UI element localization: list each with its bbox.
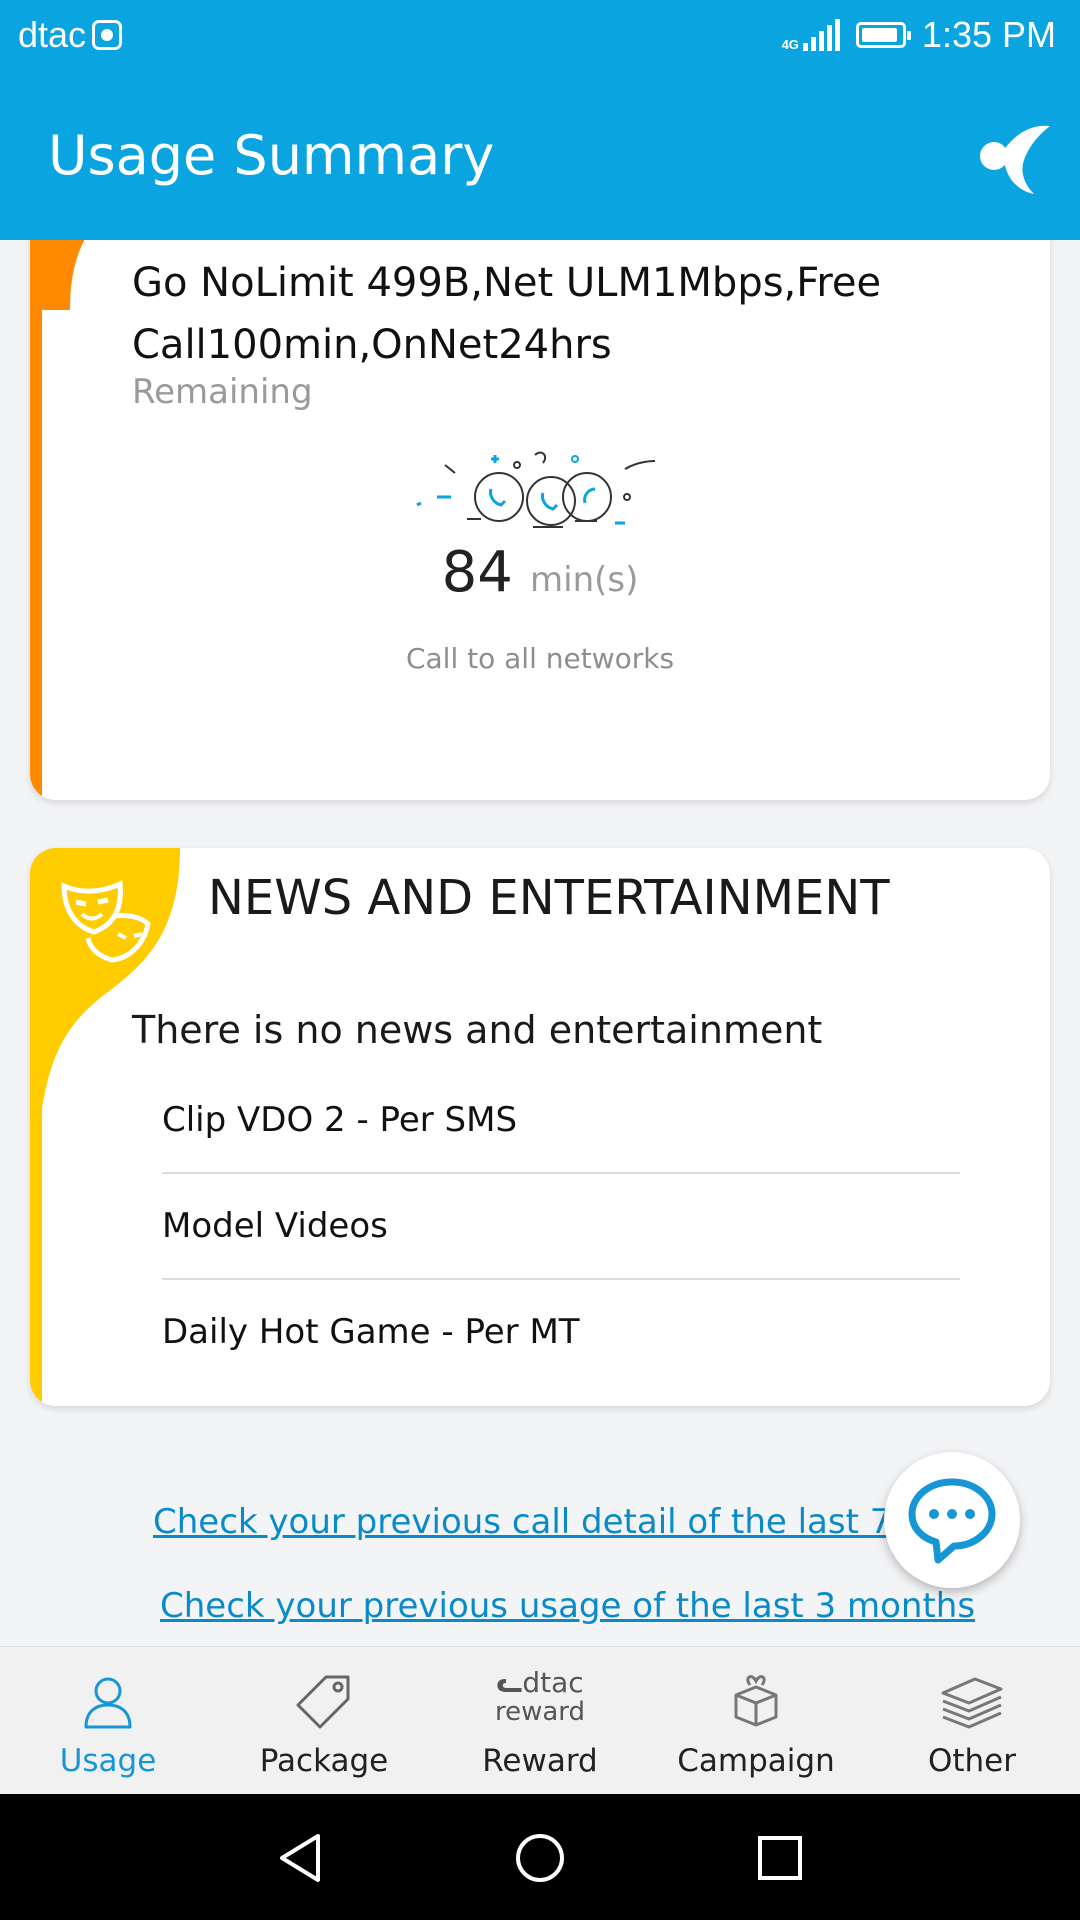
nav-reward[interactable]: ᓚdtac reward Reward [432, 1647, 648, 1795]
call-detail-link[interactable]: Check your previous call detail of the l… [153, 1502, 893, 1542]
app-bar: Usage Summary [0, 72, 1080, 240]
user-icon [84, 1677, 132, 1729]
package-accent-stripe [30, 240, 42, 800]
nav-usage-label: Usage [59, 1743, 157, 1779]
gift-icon [734, 1675, 778, 1727]
nav-other[interactable]: Other [864, 1647, 1080, 1795]
layers-icon [941, 1677, 1003, 1729]
reward-logo-text-1: dtac [522, 1666, 584, 1699]
phone-calls-icon [416, 451, 656, 528]
reward-logo-text-2: reward [494, 1697, 586, 1727]
minutes-value: 84 [441, 540, 513, 605]
status-icons: 4G 1:35 PM [782, 14, 1056, 56]
nav-other-label: Other [927, 1743, 1017, 1779]
status-bar: dtac 4G 1:35 PM [0, 0, 1080, 72]
remaining-label: Remaining [132, 372, 313, 412]
package-card: Go NoLimit 499B,Net ULM1Mbps,Free Call10… [30, 240, 1050, 800]
dtac-logo-icon [980, 125, 1050, 194]
nav-usage[interactable]: Usage [0, 1647, 216, 1795]
page-title: Usage Summary [48, 124, 495, 187]
call-scope-label: Call to all networks [405, 642, 675, 675]
list-item[interactable]: Daily Hot Game - Per MT [162, 1280, 960, 1384]
package-name: Go NoLimit 499B,Net ULM1Mbps,Free Call10… [132, 260, 882, 368]
carrier-label: dtac [18, 14, 123, 56]
content-scroll[interactable]: Go NoLimit 499B,Net ULM1Mbps,Free Call10… [0, 240, 1080, 1646]
minutes-remaining: 84 min(s) [30, 540, 1050, 605]
chat-button[interactable] [884, 1452, 1020, 1588]
clock: 1:35 PM [921, 14, 1056, 55]
list-item[interactable]: Model Videos [162, 1174, 960, 1280]
tag-icon [296, 1675, 350, 1729]
nav-campaign[interactable]: Campaign [648, 1647, 864, 1795]
news-entertainment-card: NEWS AND ENTERTAINMENT There is no news … [30, 848, 1050, 1406]
minutes-unit: min(s) [530, 560, 639, 600]
signal-icon: 4G [782, 19, 840, 51]
bottom-nav: Usage Package ᓚdtac reward Reward Campai… [0, 1646, 1080, 1795]
news-service-list: Clip VDO 2 - Per SMS Model Videos Daily … [162, 1068, 960, 1384]
recents-icon[interactable] [756, 1832, 804, 1884]
carrier-app-icon [92, 20, 123, 50]
nav-package[interactable]: Package [216, 1647, 432, 1795]
network-type: 4G [781, 37, 799, 52]
package-accent-corner [30, 240, 85, 310]
news-section-title: NEWS AND ENTERTAINMENT [208, 870, 890, 926]
home-icon[interactable] [514, 1832, 566, 1884]
dtac-reward-icon: ᓚdtac reward [490, 1669, 590, 1731]
system-nav-bar [0, 1794, 1080, 1920]
list-item[interactable]: Clip VDO 2 - Per SMS [162, 1068, 960, 1174]
chat-bubble-icon [908, 1478, 996, 1564]
news-empty-message: There is no news and entertainment [132, 1008, 823, 1052]
carrier-name: dtac [18, 14, 87, 55]
back-icon[interactable] [276, 1832, 324, 1884]
usage-history-link[interactable]: Check your previous usage of the last 3 … [160, 1586, 975, 1626]
nav-package-label: Package [259, 1743, 389, 1779]
nav-campaign-label: Campaign [677, 1743, 835, 1779]
battery-icon [855, 22, 911, 48]
nav-reward-label: Reward [482, 1743, 598, 1779]
theater-mask-icon [61, 880, 151, 963]
